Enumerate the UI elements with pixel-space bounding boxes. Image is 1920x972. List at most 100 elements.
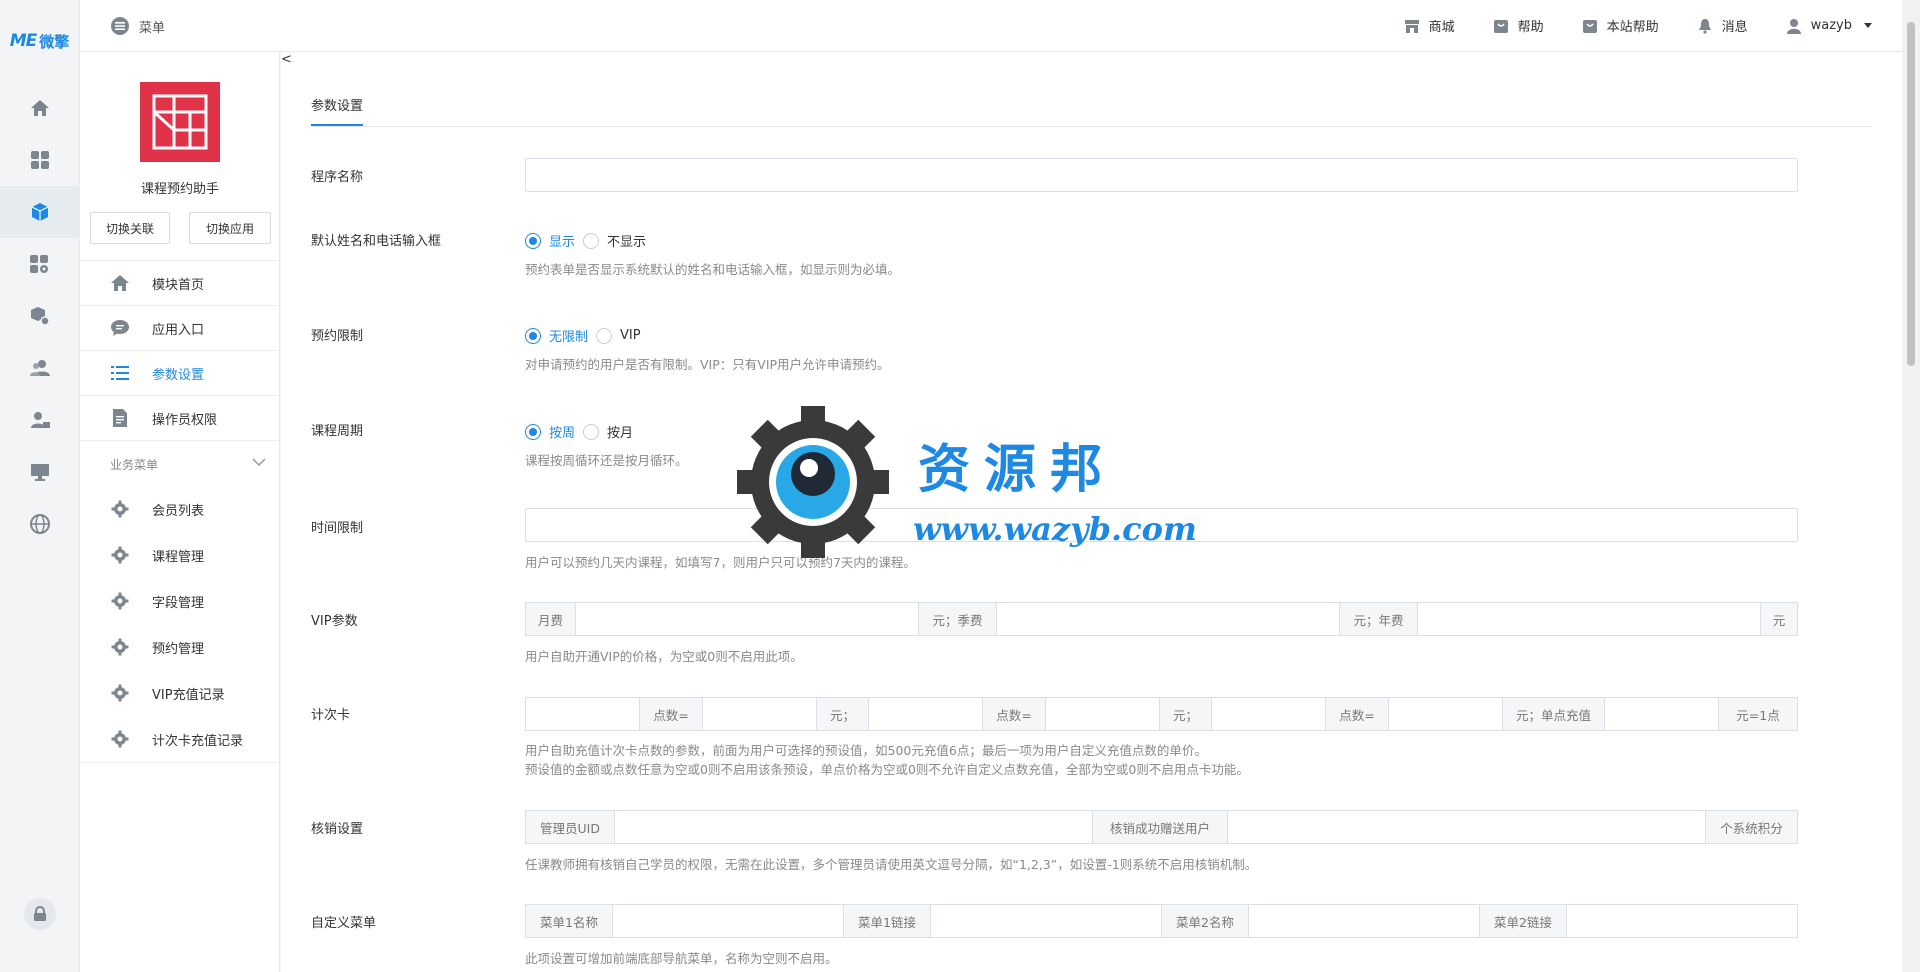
radio-show[interactable]: 显示 (525, 231, 575, 250)
radio-dot (525, 232, 541, 249)
menu1-name-input[interactable] (613, 905, 844, 937)
vip-params-group: 月费 元；季费 元；年费 元 (525, 602, 1798, 636)
nav-item-operator-permissions[interactable]: 操作员权限 (80, 396, 280, 441)
verify-settings-help: 任课教师拥有核销自己学员的权限，无需在此设置，多个管理员请使用英文逗号分隔，如“… (525, 857, 1258, 872)
biz-item-members[interactable]: 会员列表 (80, 486, 280, 532)
biz-item-vip-recharge[interactable]: VIP充值记录 (80, 670, 280, 716)
top-link-site-help-label: 本站帮助 (1606, 20, 1659, 35)
nav-item-settings[interactable]: 参数设置 (80, 351, 280, 396)
rail-globe-button[interactable] (0, 498, 80, 550)
menu2-name-input[interactable] (1249, 905, 1480, 937)
rail-module-button[interactable] (0, 186, 80, 238)
rail-apps-button[interactable] (0, 134, 80, 186)
apps-gear-icon (30, 255, 48, 273)
card-amount-1-input[interactable] (526, 698, 640, 730)
user-menu[interactable]: wazyb (1786, 18, 1872, 34)
biz-item-bookings[interactable]: 预约管理 (80, 624, 280, 670)
menu2-link-input[interactable] (1567, 905, 1797, 937)
verify-settings-group: 管理员UID 核销成功赠送用户 个系统积分 (525, 810, 1798, 844)
username: wazyb (1810, 18, 1852, 33)
radio-hide[interactable]: 不显示 (583, 231, 646, 250)
biz-item-fields[interactable]: 字段管理 (80, 578, 280, 624)
vip-params-help: 用户自助开通VIP的价格，为空或0则不启用此项。 (525, 649, 803, 664)
time-limit-input[interactable] (525, 508, 1798, 542)
custom-menu-group: 菜单1名称 菜单1链接 菜单2名称 菜单2链接 (525, 904, 1798, 938)
admin-uid-input[interactable] (615, 811, 1093, 843)
rail-plugins-button[interactable] (0, 238, 80, 290)
gear-icon (111, 638, 129, 656)
gear-icon (111, 500, 129, 518)
brand-logo[interactable]: ME 微擎 (0, 0, 79, 82)
verify-reward-input[interactable] (1228, 811, 1706, 843)
radio-dot (583, 423, 600, 440)
card-points-1-addon: 点数= (640, 698, 703, 730)
rail-user-lock-button[interactable] (0, 394, 80, 446)
top-link-store[interactable]: 商城 (1404, 16, 1455, 35)
biz-item-courses[interactable]: 课程管理 (80, 532, 280, 578)
time-limit-label: 时间限制 (311, 521, 364, 536)
top-link-help[interactable]: 帮助 (1493, 16, 1544, 35)
vip-unit-addon: 元 (1761, 603, 1797, 635)
course-cycle-label: 课程周期 (311, 424, 364, 439)
monitor-icon (31, 464, 49, 481)
card-single-price-input[interactable] (1605, 698, 1719, 730)
nav-item-app-entry[interactable]: 应用入口 (80, 306, 280, 351)
rail-users-button[interactable] (0, 342, 80, 394)
menu1-link-input[interactable] (931, 905, 1162, 937)
menu-list-icon (111, 17, 129, 35)
vip-yearly-input[interactable] (1418, 603, 1761, 635)
verify-reward-addon: 核销成功赠送用户 (1093, 811, 1228, 843)
top-bar: 菜单 商城 帮助 本站帮助 消息 wazyb (80, 0, 1902, 52)
biz-item-card-recharge[interactable]: 计次卡充值记录 (80, 716, 280, 762)
nav-item-module-home[interactable]: 模块首页 (80, 261, 280, 306)
help-bag-icon (1493, 19, 1508, 33)
vip-quarterly-input[interactable] (997, 603, 1340, 635)
globe-icon (30, 514, 50, 534)
vip-quarterly-addon: 元；季费 (919, 603, 997, 635)
radio-monthly[interactable]: 按月 (583, 422, 633, 441)
vip-yearly-addon: 元；年费 (1340, 603, 1418, 635)
punch-card-label: 计次卡 (311, 708, 351, 723)
caret-down-icon (1864, 23, 1872, 28)
card-points-3-input[interactable] (1389, 698, 1503, 730)
radio-vip[interactable]: VIP (596, 327, 641, 344)
punch-card-help-1: 用户自助充值计次卡点数的参数，前面为用户可选择的预设值，如500元充值6点；最后… (525, 743, 1207, 758)
rail-package-button[interactable] (0, 290, 80, 342)
scrollbar-thumb[interactable] (1907, 22, 1915, 366)
top-link-site-help[interactable]: 本站帮助 (1582, 16, 1659, 35)
lock-icon (34, 906, 46, 921)
nav-item-label: 操作员权限 (152, 412, 218, 428)
name-phone-help: 预约表单是否显示系统默认的姓名和电话输入框，如显示则为必填。 (525, 262, 901, 277)
menu-toggle[interactable]: 菜单 (110, 16, 165, 36)
business-menu-title: 业务菜单 (110, 457, 159, 472)
name-phone-label: 默认姓名和电话输入框 (311, 234, 442, 249)
nav-item-label: 应用入口 (152, 322, 205, 338)
program-name-input[interactable] (525, 158, 1798, 192)
switch-app-button[interactable]: 切换应用 (189, 212, 271, 244)
card-amount-3-input[interactable] (1212, 698, 1326, 730)
switch-link-button[interactable]: 切换关联 (90, 212, 170, 244)
vip-monthly-input[interactable] (576, 603, 919, 635)
course-cycle-radios: 按周 按月 (525, 422, 641, 441)
rail-monitor-button[interactable] (0, 446, 80, 498)
radio-dot (583, 232, 600, 249)
biz-item-label: VIP充值记录 (152, 687, 225, 703)
business-menu: 会员列表 课程管理 字段管理 预约管理 VIP充值记录 计次卡充值记录 (80, 486, 280, 763)
card-single-addon: 元；单点充值 (1503, 698, 1605, 730)
lock-button[interactable] (24, 898, 56, 930)
top-link-messages[interactable]: 消息 (1697, 16, 1748, 35)
radio-weekly[interactable]: 按周 (525, 422, 575, 441)
radio-unlimited[interactable]: 无限制 (525, 326, 588, 345)
card-points-2-input[interactable] (1046, 698, 1160, 730)
chevron-down-icon (252, 458, 266, 467)
brand-logo-me: ME (9, 31, 38, 51)
card-amount-2-input[interactable] (869, 698, 983, 730)
rail-home-button[interactable] (0, 82, 80, 134)
business-menu-header[interactable]: 业务菜单 (80, 444, 280, 484)
program-name-label: 程序名称 (311, 170, 364, 185)
page-scrollbar[interactable] (1902, 0, 1920, 972)
card-points-1-input[interactable] (703, 698, 817, 730)
gear-icon (111, 546, 129, 564)
radio-label: 按月 (607, 426, 634, 441)
tab-settings[interactable]: 参数设置 (311, 95, 364, 127)
